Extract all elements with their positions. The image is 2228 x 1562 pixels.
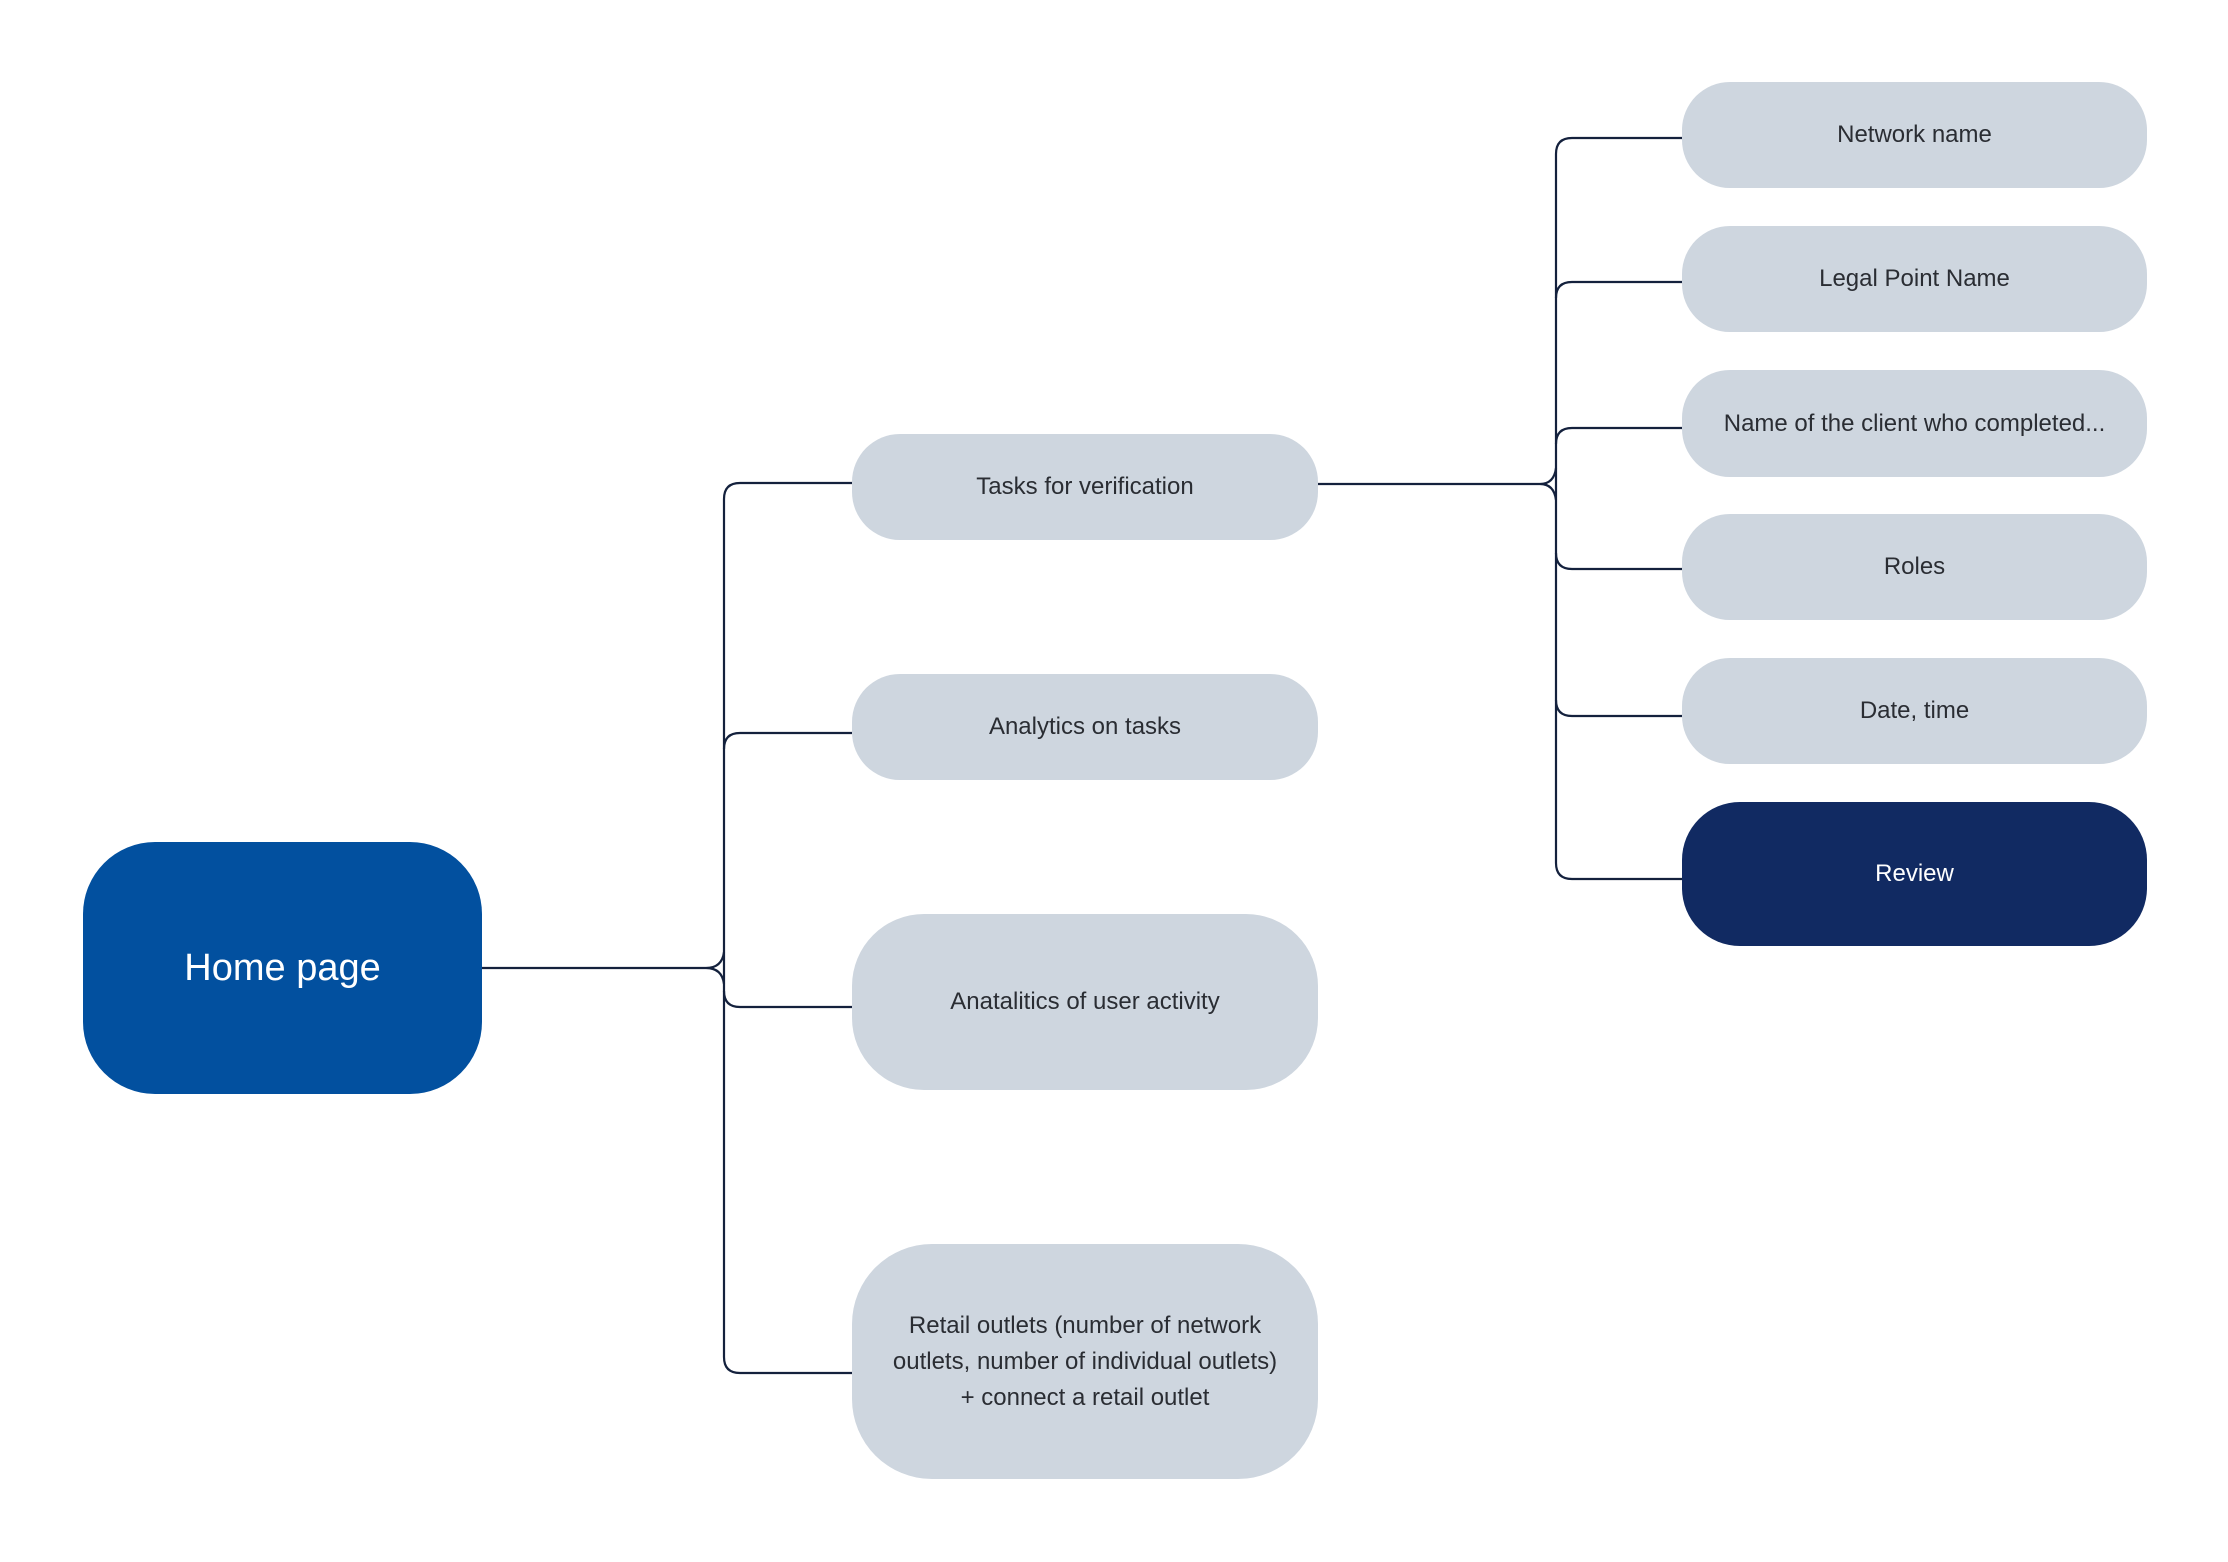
node-network-name[interactable]: Network name	[1682, 82, 2147, 188]
node-roles[interactable]: Roles	[1682, 514, 2147, 620]
connector-legal	[1554, 280, 1682, 299]
connector-tasks-trunk	[1318, 467, 1558, 501]
node-label: Home page	[184, 947, 381, 989]
connector-home-trunk	[482, 951, 726, 985]
node-retail-outlets[interactable]: Retail outlets (number of network outlet…	[852, 1244, 1318, 1479]
node-label: Tasks for verification	[976, 473, 1194, 500]
node-label: Anatalitics of user activity	[950, 988, 1220, 1015]
node-label: Legal Point Name	[1819, 265, 2010, 292]
node-analytics-on-tasks[interactable]: Analytics on tasks	[852, 674, 1318, 780]
node-label: Analytics on tasks	[988, 713, 1182, 740]
node-tasks-for-verification[interactable]: Tasks for verification	[852, 434, 1318, 540]
node-home-page[interactable]: Home page	[83, 842, 482, 1094]
node-date-time[interactable]: Date, time	[1682, 658, 2147, 764]
mind-map-canvas: Home page Tasks for verification Analyti…	[0, 0, 2228, 1562]
node-user-activity-analytics[interactable]: Anatalitics of user activity	[852, 914, 1318, 1090]
node-label: Network name	[1837, 121, 1992, 148]
node-label: Name of the client who completed...	[1723, 409, 2106, 437]
node-review[interactable]: Review	[1682, 802, 2147, 946]
node-label: Review	[1875, 860, 1954, 887]
node-label: Retail outlets (number of network outlet…	[892, 1311, 1278, 1411]
connector-date	[1554, 699, 1682, 718]
connector-client	[1554, 426, 1682, 445]
node-client-name[interactable]: Name of the client who completed...	[1682, 370, 2147, 477]
connector-roles	[1554, 552, 1682, 571]
node-legal-point-name[interactable]: Legal Point Name	[1682, 226, 2147, 332]
connector-trunk-level2	[1554, 136, 1682, 881]
connector-trunk-level1	[722, 481, 852, 1375]
node-label: Date, time	[1859, 697, 1970, 724]
node-label: Roles	[1883, 553, 1946, 580]
connector-analytics	[722, 731, 852, 750]
connector-user-activity	[722, 990, 852, 1009]
